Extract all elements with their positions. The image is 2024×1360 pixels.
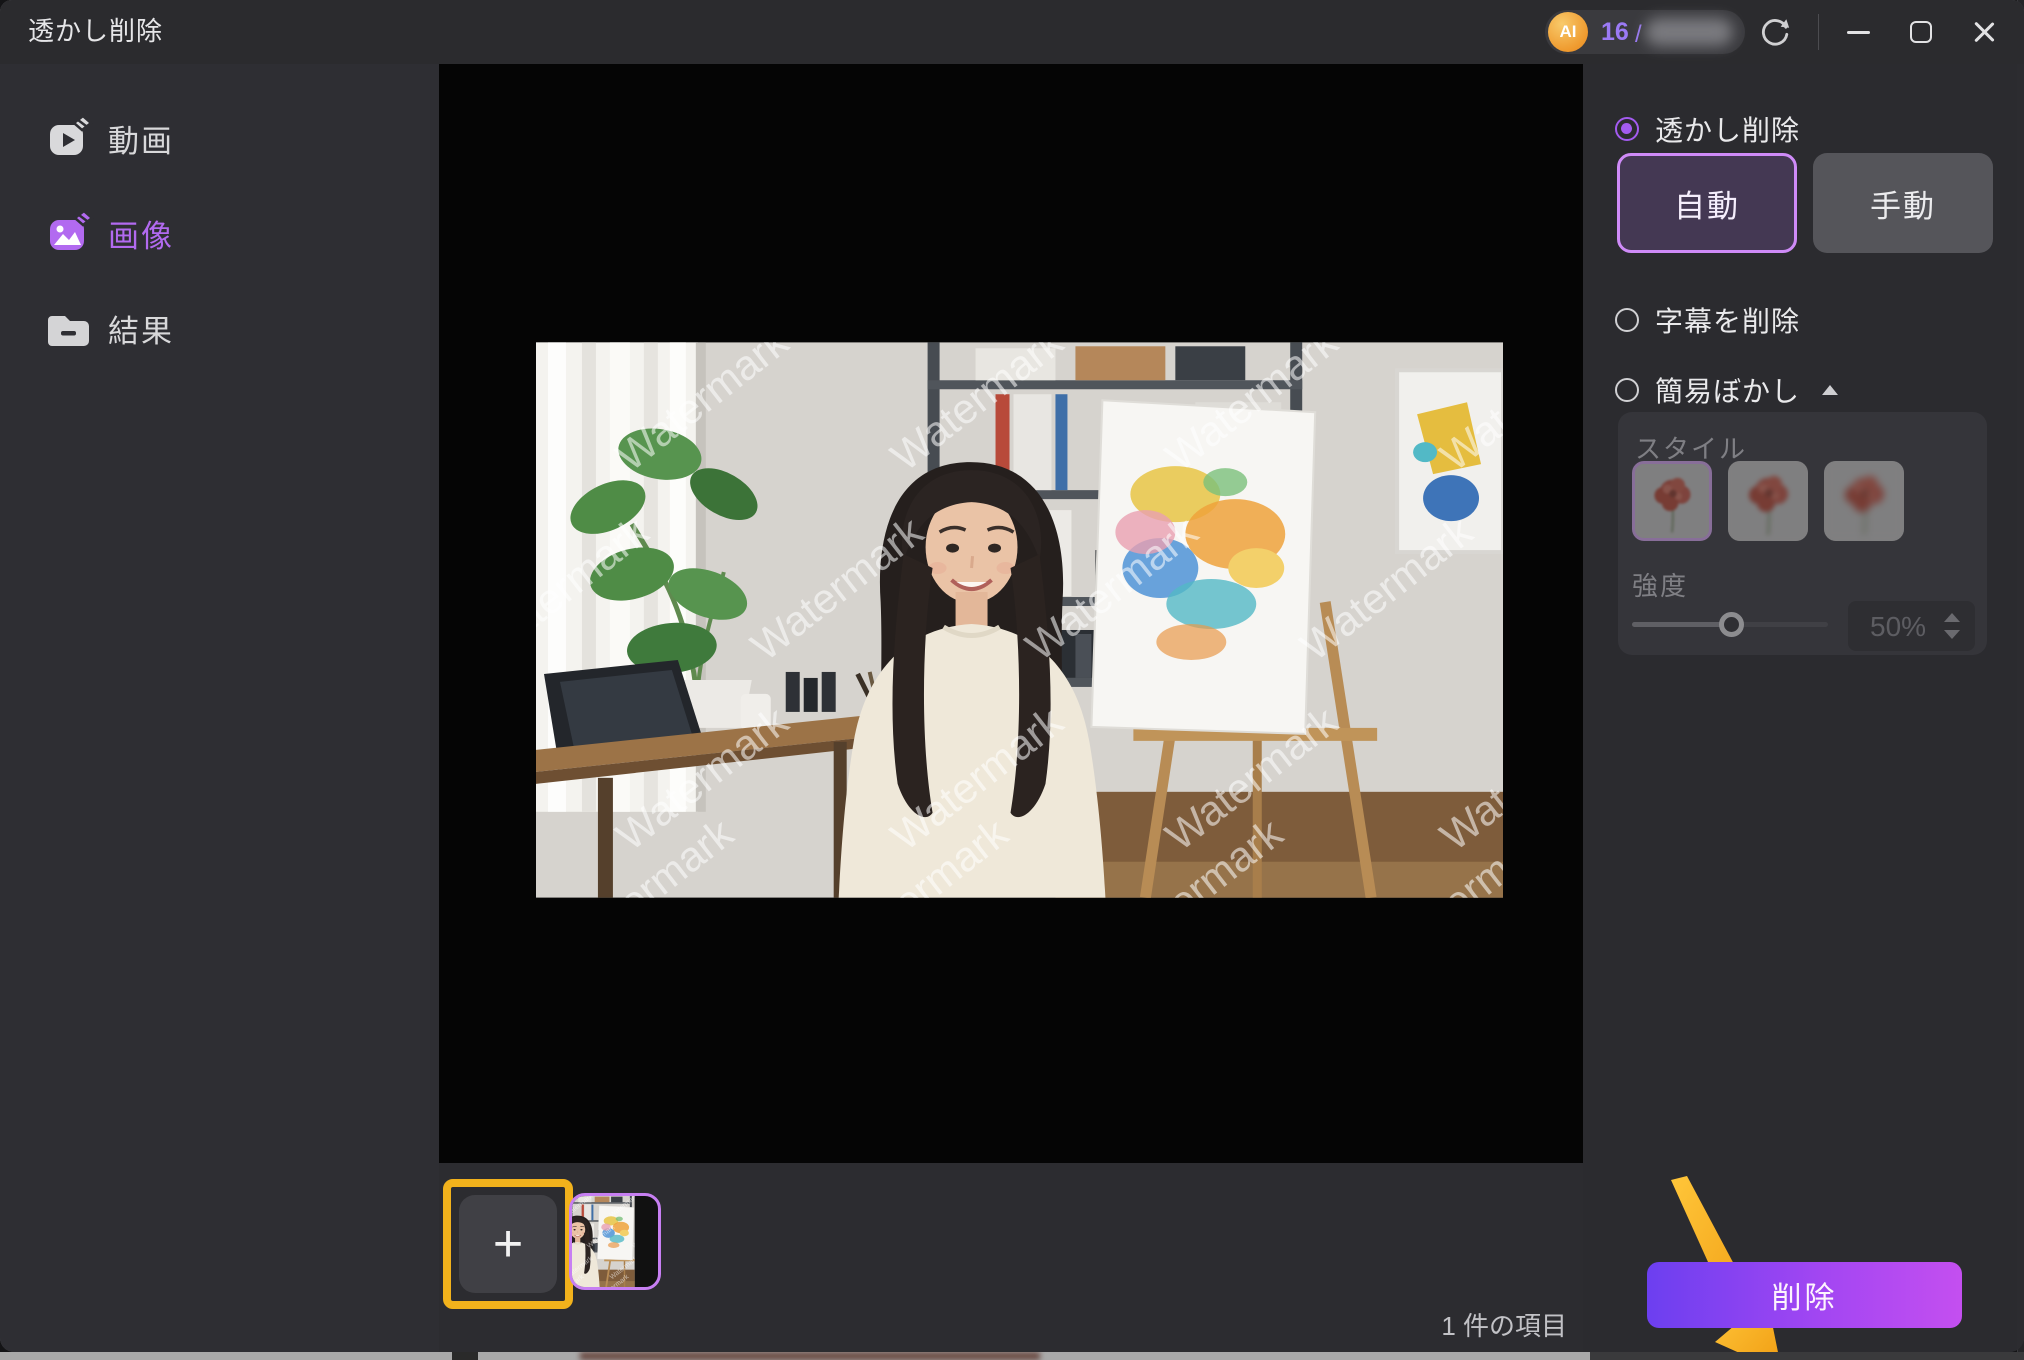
strength-slider-fill (1632, 622, 1731, 627)
background-window-notch (452, 1352, 478, 1360)
manual-mode-label: 手動 (1870, 181, 1936, 226)
auto-mode-label: 自動 (1674, 181, 1740, 226)
ai-badge-icon: AI (1548, 12, 1588, 52)
option-simple-blur[interactable]: 簡易ぼかし (1615, 370, 1838, 410)
minimize-icon (1847, 31, 1870, 34)
option-remove-subtitles[interactable]: 字幕を削除 (1615, 300, 1800, 340)
strength-slider-handle[interactable] (1719, 612, 1744, 637)
sidebar-item-label: 動画 (108, 116, 174, 161)
credits-total-redacted (1645, 18, 1733, 46)
sidebar-item-label: 結果 (108, 306, 174, 351)
image-eraser-icon (46, 209, 94, 257)
delete-button-label: 削除 (1772, 1273, 1838, 1317)
close-button[interactable] (1962, 10, 2006, 54)
delete-button[interactable]: 削除 (1647, 1262, 1962, 1328)
radio-unselected-icon[interactable] (1615, 378, 1639, 402)
refresh-button[interactable] (1753, 10, 1797, 54)
blur-style-option-2[interactable] (1728, 461, 1808, 541)
blur-style-preview (1824, 461, 1904, 541)
option-label: 透かし削除 (1655, 109, 1800, 149)
file-thumbnail-image (572, 1196, 658, 1287)
background-window-bottom-right (1590, 1352, 2024, 1360)
collapse-arrow-icon[interactable] (1822, 385, 1838, 395)
titlebar: 透かし削除 AI 16 / (0, 0, 2024, 64)
sidebar-item-label: 画像 (108, 211, 174, 256)
credits-separator: / (1635, 21, 1642, 49)
strength-value: 50% (1870, 611, 1926, 643)
blur-style-option-1[interactable] (1632, 461, 1712, 541)
file-thumbnail-selected[interactable] (569, 1193, 661, 1290)
sidebar-item-results[interactable]: 結果 (0, 300, 439, 356)
video-eraser-icon (46, 114, 94, 162)
radio-unselected-icon[interactable] (1615, 308, 1639, 332)
window-title: 透かし削除 (28, 0, 163, 64)
close-icon (1972, 20, 1996, 44)
credits-used: 16 (1601, 18, 1629, 47)
maximize-icon (1910, 21, 1932, 43)
blur-settings-panel: スタイル 強度 50% (1618, 412, 1987, 655)
refresh-icon (1758, 15, 1792, 49)
blur-style-preview (1635, 464, 1709, 538)
sidebar-item-image[interactable]: 画像 (0, 205, 439, 261)
results-folder-icon (46, 304, 94, 352)
strength-label: 強度 (1632, 566, 1688, 603)
preview-image (536, 342, 1503, 898)
spinner-down-icon[interactable] (1944, 630, 1960, 639)
screen: WatermarkWatermarkWatermarkWatermarkWate… (0, 0, 2024, 1360)
blur-style-preview (1728, 461, 1808, 541)
option-remove-watermark[interactable]: 透かし削除 (1615, 109, 1800, 149)
app-window: 透かし削除 AI 16 / (0, 0, 2024, 1352)
spinner-up-icon[interactable] (1944, 613, 1960, 622)
items-count: 1 件の項目 (1330, 1306, 1567, 1343)
titlebar-divider (1818, 14, 1819, 50)
ai-credits-pill[interactable]: AI 16 / (1545, 10, 1745, 54)
settings-panel: 透かし削除 自動 手動 字幕を削除 簡易ぼかし スタイル (1583, 64, 2017, 1352)
sidebar-item-video[interactable]: 動画 (0, 110, 439, 166)
background-window-content (580, 1352, 1040, 1360)
auto-mode-button[interactable]: 自動 (1617, 153, 1797, 253)
maximize-button[interactable] (1899, 10, 1943, 54)
option-label: 字幕を削除 (1655, 300, 1800, 340)
minimize-button[interactable] (1836, 10, 1880, 54)
manual-mode-button[interactable]: 手動 (1813, 153, 1993, 253)
add-button-highlight-annotation (443, 1179, 573, 1309)
strength-value-box[interactable]: 50% (1848, 601, 1975, 651)
sidebar: 動画 画像 結果 (0, 64, 439, 1352)
option-label: 簡易ぼかし (1655, 370, 1800, 410)
radio-selected-icon[interactable] (1615, 117, 1639, 141)
blur-style-option-3[interactable] (1824, 461, 1904, 541)
